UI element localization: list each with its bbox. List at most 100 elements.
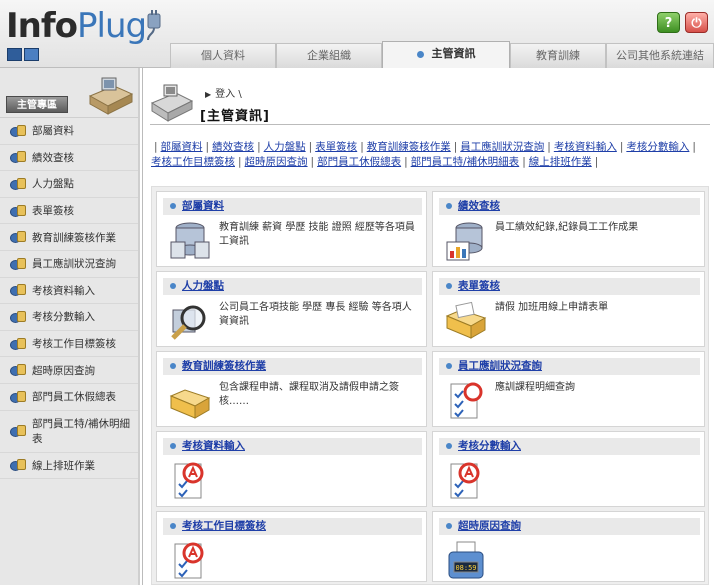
tab-label: 公司其他系統連結	[616, 49, 704, 62]
card-manpower-inventory[interactable]: 人力盤點 公司員工各項技能 學歷 專長 經驗 等各項人資資訊	[156, 271, 427, 347]
quick-link[interactable]: 部屬資料	[161, 141, 203, 153]
card-description: 應訓課程明細查詢	[495, 382, 575, 393]
people-icon	[10, 458, 28, 472]
infoplug-logo[interactable]: InfoPlug	[6, 6, 147, 46]
people-icon	[10, 424, 28, 438]
search-layout-button[interactable]	[24, 48, 39, 61]
sidebar-item-label: 線上排班作業	[32, 459, 95, 472]
quick-links: | 部屬資料 | 績效查核 | 人力盤點 | 表單簽核 | 教育訓練簽核作業 | 員工應訓狀況查詢 | 考…	[151, 141, 696, 168]
card-title[interactable]: 表單簽核	[439, 278, 700, 295]
quick-link[interactable]: 員工應訓狀況查詢	[460, 141, 544, 153]
people-icon	[10, 124, 28, 138]
sidebar-item-leave-summary[interactable]: 部門員工休假總表	[0, 384, 138, 411]
sidebar-item-form-approval[interactable]: 表單簽核	[0, 198, 138, 225]
bullet-icon	[170, 523, 176, 529]
card-form-approval[interactable]: 表單簽核 請假 加班用線上申請表單	[432, 271, 705, 347]
sidebar-item-online-scheduling[interactable]: 線上排班作業	[0, 453, 138, 480]
sidebar-item-subordinate-data[interactable]: 部屬資料	[0, 118, 138, 145]
sidebar-item-manpower-inventory[interactable]: 人力盤點	[0, 171, 138, 198]
quick-link[interactable]: 部門員工休假總表	[317, 156, 401, 168]
grade-sheet-icon	[450, 462, 480, 499]
sidebar-item-performance-review[interactable]: 績效查核	[0, 145, 138, 172]
card-overtime-reason[interactable]: 超時原因查詢 08:59	[432, 511, 705, 582]
card-description: 員工績效紀錄,紀錄員工工作成果	[495, 222, 639, 233]
quick-link[interactable]: 超時原因查詢	[245, 156, 308, 168]
breadcrumb: ▶ 登入 \	[205, 85, 242, 100]
clock-display-text: 08:59	[455, 564, 476, 572]
tab-personal-info[interactable]: 個人資料	[170, 43, 276, 68]
bullet-icon	[170, 203, 176, 209]
card-title[interactable]: 績效查核	[439, 198, 700, 215]
tab-organization[interactable]: 企業組織	[276, 43, 382, 68]
card-appraisal-score-input[interactable]: 考核分數輸入	[432, 431, 705, 507]
sidebar-item-appraisal-data-input[interactable]: 考核資料輸入	[0, 278, 138, 305]
help-button[interactable]: ?	[657, 12, 680, 33]
bullet-icon	[446, 443, 452, 449]
logout-button[interactable]: ⏻	[685, 12, 708, 33]
card-description: 包含課程申請、課程取消及請假申請之簽核……	[219, 382, 399, 407]
tab-training[interactable]: 教育訓練	[510, 43, 606, 68]
sidebar-item-appraisal-score-input[interactable]: 考核分數輸入	[0, 304, 138, 331]
tab-other-systems[interactable]: 公司其他系統連結	[606, 43, 714, 68]
card-performance-review[interactable]: 績效查核 員工績效紀錄,紀錄員工工作成果	[432, 191, 705, 267]
grade-sheet-icon	[174, 542, 204, 579]
card-title[interactable]: 考核分數輸入	[439, 438, 700, 455]
bullet-icon	[446, 523, 452, 529]
function-card-grid: 部屬資料 教育訓練 薪資 學歷 技能 證照 經歷等各項員工資訊 績效查核 員工績…	[151, 186, 709, 585]
tab-label: 教育訓練	[536, 49, 580, 62]
card-training-approval[interactable]: 教育訓練簽核作業 包含課程申請、課程取消及請假申請之簽核……	[156, 351, 427, 427]
quick-link[interactable]: 考核工作目標簽核	[151, 156, 235, 168]
card-appraisal-data-input[interactable]: 考核資料輸入	[156, 431, 427, 507]
quick-link[interactable]: 表單簽核	[315, 141, 357, 153]
people-icon	[10, 390, 28, 404]
card-title[interactable]: 員工應訓狀況查詢	[439, 358, 700, 375]
quick-link[interactable]: 線上排班作業	[529, 156, 592, 168]
sidebar-item-training-approval[interactable]: 教育訓練簽核作業	[0, 224, 138, 251]
card-title[interactable]: 考核工作目標簽核	[163, 518, 422, 535]
card-training-status[interactable]: 員工應訓狀況查詢 應訓課程明細查詢	[432, 351, 705, 427]
bullet-icon	[446, 283, 452, 289]
bullet-icon	[170, 283, 176, 289]
database-icon	[170, 222, 210, 259]
grade-sheet-icon	[174, 462, 204, 499]
card-title[interactable]: 人力盤點	[163, 278, 422, 295]
sidebar-item-overtime-reason[interactable]: 超時原因查詢	[0, 357, 138, 384]
sidebar-item-training-status[interactable]: 員工應訓狀況查詢	[0, 251, 138, 278]
people-icon	[10, 177, 28, 191]
card-work-goal-approval[interactable]: 考核工作目標簽核	[156, 511, 427, 582]
quick-link[interactable]: 教育訓練簽核作業	[367, 141, 451, 153]
quick-link[interactable]: 考核分數輸入	[626, 141, 689, 153]
card-title[interactable]: 超時原因查詢	[439, 518, 700, 535]
people-icon	[10, 150, 28, 164]
people-icon	[10, 337, 28, 351]
database-chart-icon	[446, 222, 483, 261]
card-title[interactable]: 部屬資料	[163, 198, 422, 215]
people-icon	[10, 310, 28, 324]
card-title[interactable]: 考核資料輸入	[163, 438, 422, 455]
quick-link[interactable]: 考核資料輸入	[554, 141, 617, 153]
card-title[interactable]: 教育訓練簽核作業	[163, 358, 422, 375]
quick-link[interactable]: 人力盤點	[264, 141, 306, 153]
sidebar-item-special-leave-detail[interactable]: 部門員工特/補休明細表	[0, 411, 138, 453]
bullet-icon	[446, 203, 452, 209]
sidebar-item-label: 考核工作目標簽核	[32, 338, 116, 351]
sidebar: 主管專區 部屬資料 績效查核 人力盤點 表單簽核 教育訓練簽核作業 員工應訓狀況…	[0, 68, 140, 585]
sidebar-item-label: 人力盤點	[32, 178, 74, 191]
top-header: InfoPlug ? ⏻ 個人資料 企業組織 主管資訊 教育訓練 公司其他系統連…	[0, 0, 714, 69]
tab-manager-info[interactable]: 主管資訊	[382, 41, 510, 69]
manager-desk-icon	[88, 77, 134, 115]
sidebar-item-label: 教育訓練簽核作業	[32, 231, 116, 244]
time-clock-icon: 08:59	[448, 541, 484, 579]
layout-button[interactable]	[7, 48, 22, 61]
logo-text-info: Info	[6, 6, 78, 46]
sidebar-item-label: 部門員工特/補休明細表	[32, 418, 131, 446]
main-tabs: 個人資料 企業組織 主管資訊 教育訓練 公司其他系統連結	[170, 41, 714, 69]
breadcrumb-text[interactable]: 登入 \	[215, 89, 242, 100]
sidebar-item-work-goal-approval[interactable]: 考核工作目標簽核	[0, 331, 138, 358]
main-content: ▶ 登入 \ [主管資訊] | 部屬資料 | 績效查核 | 人力盤點 | 表單簽核 | 教育訓練簽核…	[142, 68, 714, 585]
card-subordinate-data[interactable]: 部屬資料 教育訓練 薪資 學歷 技能 證照 經歷等各項員工資訊	[156, 191, 427, 267]
folder-icon	[445, 301, 487, 339]
header-divider	[150, 124, 710, 125]
quick-link[interactable]: 部門員工特/補休明細表	[411, 156, 520, 168]
quick-link[interactable]: 績效查核	[212, 141, 254, 153]
